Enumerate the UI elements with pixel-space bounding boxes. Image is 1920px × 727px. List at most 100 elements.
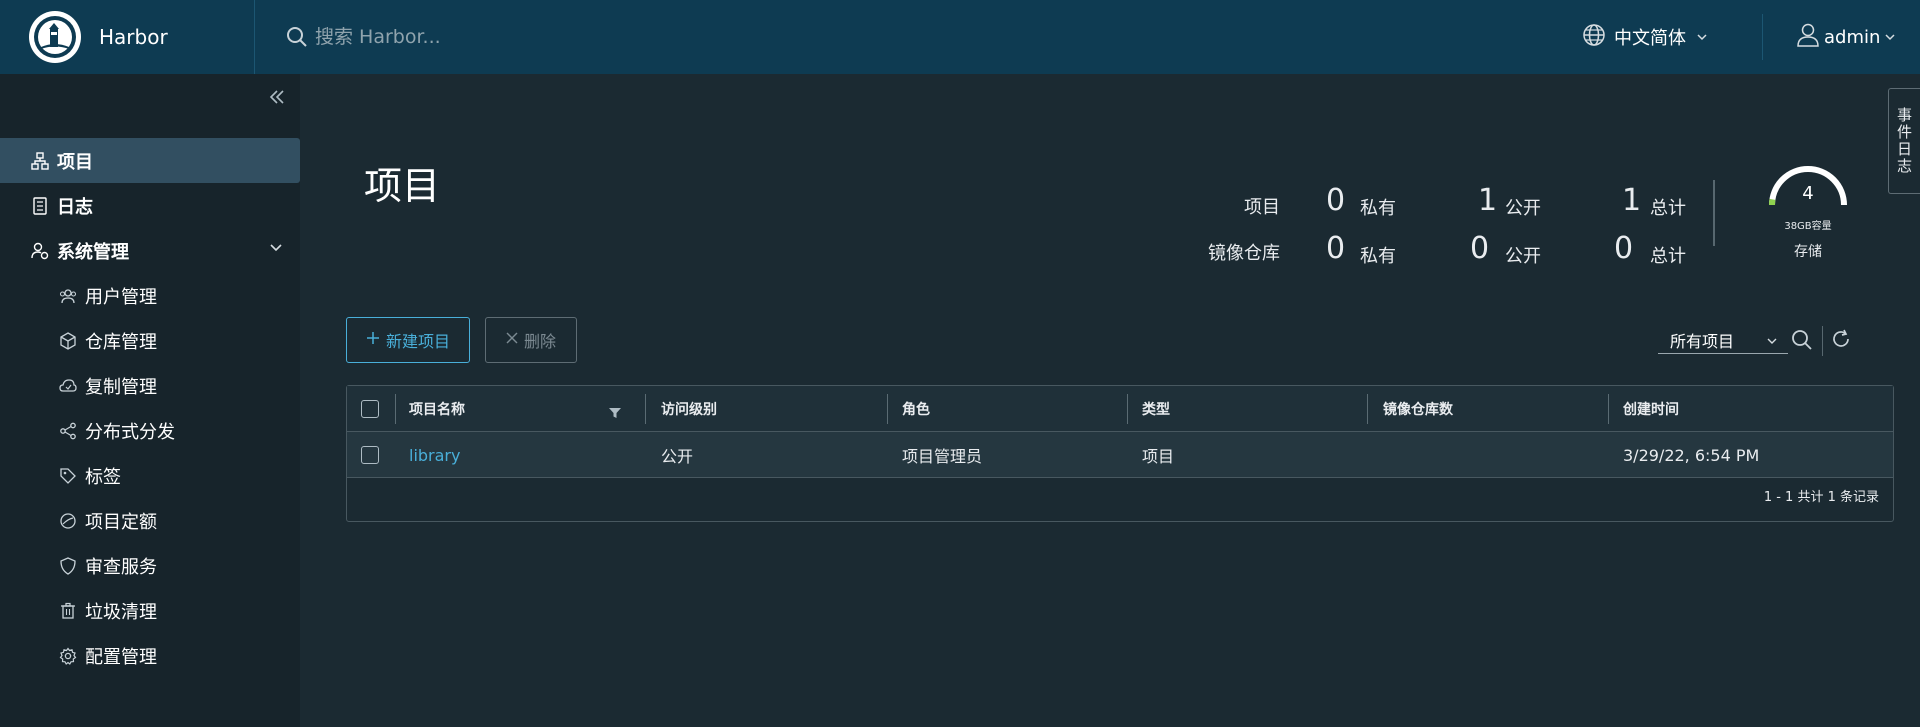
sidebar-item-labels[interactable]: 标签 (0, 453, 300, 498)
project-filter-select[interactable]: 所有项目 (1658, 326, 1788, 354)
event-log-tab[interactable]: 事件日志 (1888, 88, 1920, 194)
sidebar-item-users[interactable]: 用户管理 (0, 273, 300, 318)
event-log-label: 事件日志 (1895, 107, 1913, 175)
stats-total-count: 1 (1622, 183, 1642, 218)
sidebar-item-label: 用户管理 (85, 286, 157, 308)
sidebar-item-label: 项目 (57, 151, 93, 173)
sidebar-item-projects[interactable]: 项目 (0, 138, 300, 183)
storage-label: 存储 (1794, 244, 1822, 260)
brand-name: Harbor (99, 25, 168, 49)
collapse-sidebar-icon[interactable] (268, 88, 286, 110)
sidebar-item-label: 仓库管理 (85, 331, 157, 353)
projects-table: 项目名称 访问级别 角色 类型 镜像仓库数 创建时间 library 公开 项目… (346, 385, 1894, 522)
column-divider (1127, 394, 1128, 424)
sidebar-item-label: 审查服务 (85, 556, 157, 578)
sidebar-item-quotas[interactable]: 项目定额 (0, 498, 300, 543)
storage-value: 4 (1802, 183, 1814, 204)
column-header-created[interactable]: 创建时间 (1623, 386, 1679, 432)
sidebar-item-admin[interactable]: 系统管理 (0, 228, 300, 273)
column-header-type[interactable]: 类型 (1142, 386, 1170, 432)
sidebar: 项目 日志 系统管理 用户管理 仓库管理 复制管理 分布式分发 标签 项目定额 … (0, 74, 300, 727)
delete-button[interactable]: 删除 (485, 317, 577, 363)
column-header-access[interactable]: 访问级别 (661, 386, 717, 432)
row-checkbox[interactable] (361, 446, 379, 464)
registry-icon (58, 331, 78, 351)
language-label: 中文简体 (1614, 28, 1686, 49)
new-project-button[interactable]: 新建项目 (346, 317, 470, 363)
stats-divider (1713, 180, 1715, 246)
chevron-down-icon (1696, 27, 1708, 48)
type-cell: 项目 (1142, 447, 1175, 466)
page-title: 项目 (364, 164, 441, 208)
users-icon (58, 286, 78, 306)
top-header: Harbor 中文简体 admin (0, 0, 1920, 74)
toolbar-divider (1822, 326, 1823, 356)
select-all-checkbox[interactable] (361, 400, 379, 418)
distribution-icon (58, 421, 78, 441)
sidebar-item-interrogation[interactable]: 审查服务 (0, 543, 300, 588)
sidebar-item-label: 分布式分发 (85, 421, 175, 443)
shield-icon (58, 556, 78, 576)
stats-private-label: 私有 (1360, 246, 1396, 267)
sidebar-item-distribution[interactable]: 分布式分发 (0, 408, 300, 453)
sidebar-item-gc[interactable]: 垃圾清理 (0, 588, 300, 633)
stats-private-count: 0 (1326, 183, 1346, 218)
stats-public-count: 0 (1470, 231, 1490, 266)
language-selector[interactable]: 中文简体 (1582, 0, 1708, 74)
column-divider (1608, 394, 1609, 424)
stats-private-count: 0 (1326, 231, 1346, 266)
close-icon (506, 331, 518, 349)
trash-icon (58, 601, 78, 621)
created-time-cell: 3/29/22, 6:54 PM (1623, 445, 1760, 465)
gear-icon (58, 646, 78, 666)
new-project-label: 新建项目 (385, 334, 450, 351)
delete-label: 删除 (523, 334, 556, 351)
role-cell: 项目管理员 (902, 447, 983, 466)
filter-icon[interactable] (609, 404, 621, 423)
sidebar-item-logs[interactable]: 日志 (0, 183, 300, 228)
chevron-down-icon (1884, 27, 1896, 48)
projects-icon (30, 151, 50, 171)
select-all-cell (361, 386, 379, 432)
sidebar-item-label: 复制管理 (85, 376, 157, 398)
replication-icon (58, 376, 78, 396)
stats-total-count: 0 (1614, 231, 1634, 266)
globe-icon (1582, 23, 1606, 52)
header-divider (1762, 14, 1763, 60)
refresh-icon[interactable] (1830, 328, 1852, 354)
admin-icon (30, 241, 50, 261)
column-divider (645, 394, 646, 424)
quota-icon (58, 511, 78, 531)
sidebar-item-label: 项目定额 (85, 511, 157, 533)
sidebar-item-replications[interactable]: 复制管理 (0, 363, 300, 408)
column-header-name[interactable]: 项目名称 (409, 386, 465, 432)
search-input[interactable] (315, 26, 715, 48)
storage-capacity: 38GB容量 (1784, 221, 1832, 232)
column-divider (887, 394, 888, 424)
project-name-link[interactable]: library (409, 432, 460, 478)
column-header-repo-count[interactable]: 镜像仓库数 (1383, 386, 1453, 432)
table-row: library 公开 项目管理员 项目 3/29/22, 6:54 PM (347, 432, 1893, 478)
table-header: 项目名称 访问级别 角色 类型 镜像仓库数 创建时间 (347, 386, 1893, 432)
stats-public-count: 1 (1478, 183, 1498, 218)
sidebar-item-registries[interactable]: 仓库管理 (0, 318, 300, 363)
sidebar-item-label: 标签 (85, 466, 121, 488)
user-menu[interactable]: admin (1796, 0, 1896, 74)
sidebar-item-label: 垃圾清理 (85, 601, 157, 623)
stats-row-label: 镜像仓库 (1208, 243, 1280, 264)
access-level-cell: 公开 (661, 447, 694, 466)
logs-icon (30, 196, 50, 216)
sidebar-item-label: 系统管理 (57, 241, 129, 263)
stats-total-label: 总计 (1650, 198, 1686, 219)
chevron-down-icon (268, 240, 284, 261)
stats-private-label: 私有 (1360, 198, 1396, 219)
filter-value: 所有项目 (1670, 331, 1735, 351)
harbor-logo-icon (29, 11, 81, 63)
column-divider (1367, 394, 1368, 424)
column-header-role[interactable]: 角色 (902, 386, 930, 432)
username: admin (1824, 26, 1881, 48)
sidebar-item-config[interactable]: 配置管理 (0, 633, 300, 678)
brand[interactable]: Harbor (0, 0, 255, 74)
search-icon[interactable] (1790, 328, 1814, 356)
global-search[interactable] (285, 25, 885, 49)
